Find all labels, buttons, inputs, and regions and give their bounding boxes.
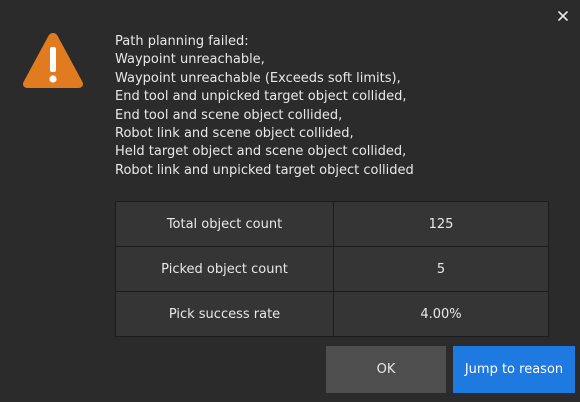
stat-label: Picked object count <box>115 246 334 292</box>
table-row: Picked object count 5 <box>115 246 549 292</box>
message-line: Robot link and unpicked target object co… <box>115 162 414 178</box>
stats-table: Total object count 125 Picked object cou… <box>115 201 549 337</box>
error-dialog: Path planning failed: Waypoint unreachab… <box>0 0 580 402</box>
jump-to-reason-button[interactable]: Jump to reason <box>453 346 575 393</box>
message-line: Waypoint unreachable (Exceeds soft limit… <box>115 70 401 86</box>
message-line: End tool and unpicked target object coll… <box>115 89 407 105</box>
message-line: End tool and scene object collided, <box>115 107 343 123</box>
ok-button[interactable]: OK <box>326 346 446 393</box>
table-row: Pick success rate 4.00% <box>115 291 549 337</box>
stat-label: Pick success rate <box>115 291 334 337</box>
close-icon <box>558 11 568 21</box>
stat-value: 125 <box>333 201 549 247</box>
message-line: Held target object and scene object coll… <box>115 144 407 160</box>
message-line: Path planning failed: <box>115 34 249 49</box>
error-message: Path planning failed: Waypoint unreachab… <box>115 33 555 180</box>
warning-triangle-icon <box>22 33 84 88</box>
table-row: Total object count 125 <box>115 201 549 247</box>
message-line: Robot link and scene object collided, <box>115 126 354 142</box>
stat-label: Total object count <box>115 201 334 247</box>
stat-value: 4.00% <box>333 291 549 337</box>
close-button[interactable] <box>553 6 573 26</box>
message-line: Waypoint unreachable, <box>115 52 265 68</box>
stat-value: 5 <box>333 246 549 292</box>
